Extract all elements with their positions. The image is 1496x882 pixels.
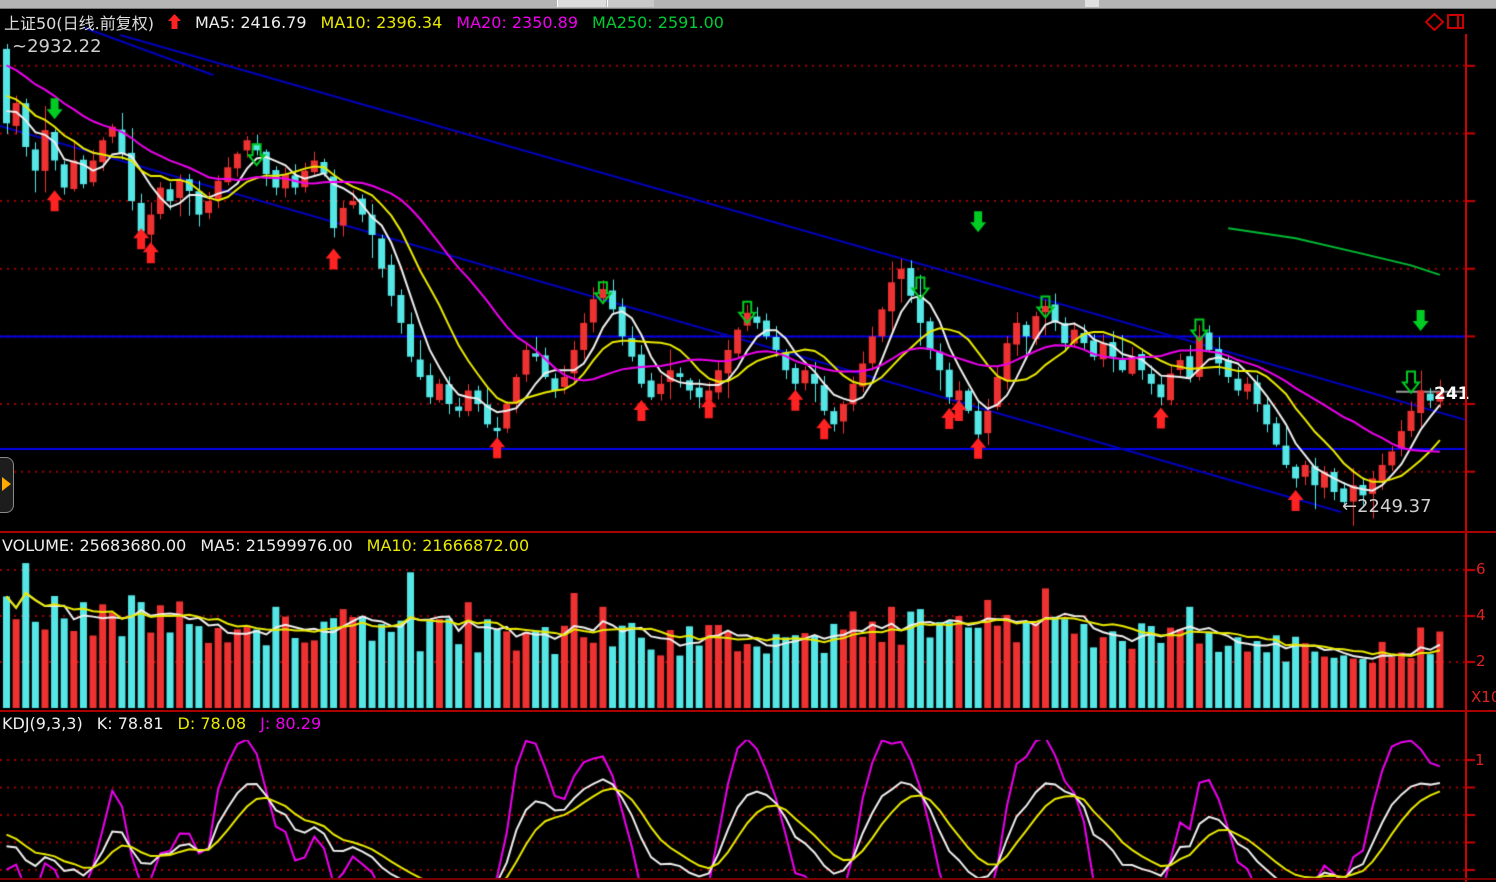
kdj-name: KDJ(9,3,3) — [2, 714, 83, 733]
diamond-icon[interactable] — [1425, 13, 1444, 35]
symbol-title: 上证50(日线.前复权) — [4, 10, 154, 34]
low-price-label: ←2249.37 — [1342, 496, 1432, 517]
volume-axis-label: 6 — [1476, 560, 1486, 578]
kdj-j: J: 80.29 — [260, 714, 321, 733]
panel-divider — [0, 710, 1496, 712]
main-chart-header: 上证50(日线.前复权) MA5: 2416.79 MA10: 2396.34 … — [4, 10, 724, 34]
panel-expand-handle[interactable] — [0, 457, 14, 513]
ma10-value: MA10: 2396.34 — [321, 13, 443, 32]
ma250-value: MA250: 2591.00 — [592, 13, 724, 32]
bottom-border — [0, 878, 1496, 880]
expand-arrow-icon — [2, 477, 11, 491]
volume-value: VOLUME: 25683680.00 — [2, 536, 186, 555]
kdj-d: D: 78.08 — [178, 714, 247, 733]
up-arrow-icon — [168, 14, 181, 30]
ma5-value: MA5: 2416.79 — [195, 13, 307, 32]
kdj-header: KDJ(9,3,3) K: 78.81 D: 78.08 J: 80.29 — [2, 714, 321, 733]
panel-divider — [0, 531, 1496, 533]
right-axis-line — [1465, 34, 1467, 882]
trading-app-window: 上证50(日线.前复权) MA5: 2416.79 MA10: 2396.34 … — [0, 0, 1496, 882]
charts-canvas[interactable] — [0, 0, 1496, 882]
kdj-axis-label: 1 — [1475, 751, 1485, 769]
high-price-label: ~2932.22 — [12, 36, 102, 57]
volume-axis-label: 2 — [1476, 652, 1486, 670]
volume-header: VOLUME: 25683680.00 MA5: 21599976.00 MA1… — [2, 536, 529, 555]
split-window-icon[interactable] — [1447, 14, 1465, 34]
ma20-value: MA20: 2350.89 — [456, 13, 578, 32]
volume-multiplier-label: X10 — [1471, 688, 1496, 706]
volume-axis-label: 4 — [1476, 606, 1486, 624]
kdj-k: K: 78.81 — [97, 714, 164, 733]
volume-ma5: MA5: 21599976.00 — [200, 536, 352, 555]
volume-ma10: MA10: 21666872.00 — [367, 536, 529, 555]
